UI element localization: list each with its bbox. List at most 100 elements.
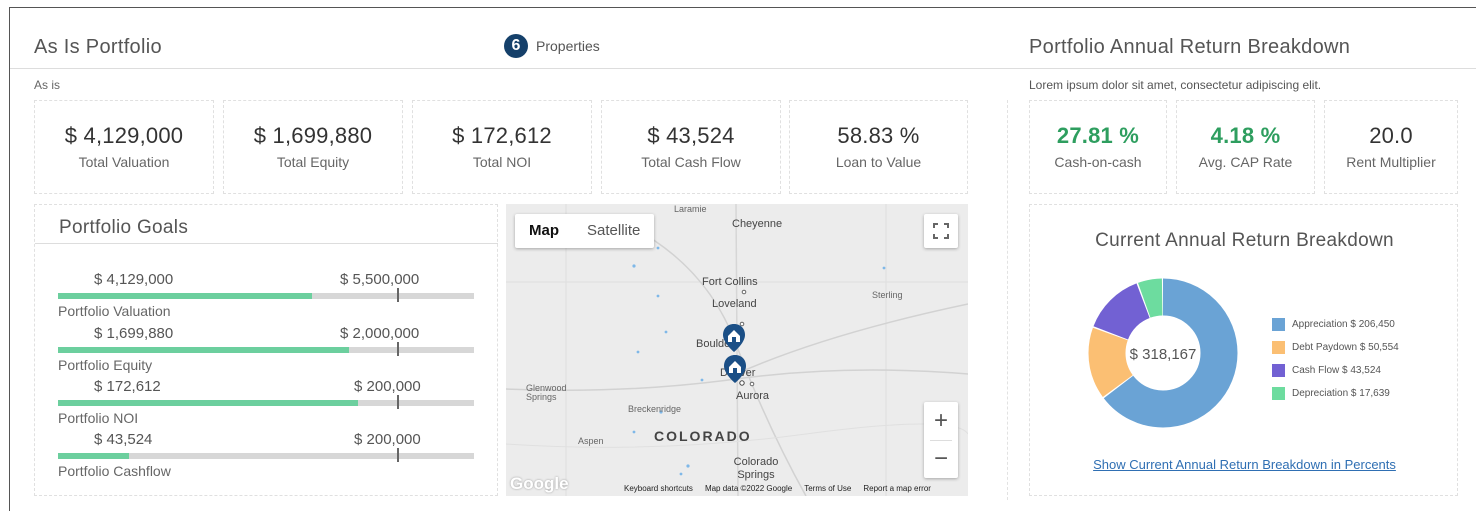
stat-value: 20.0 [1369,123,1413,148]
properties-map[interactable]: Map Satellite Laramie Cheyenne Fort Coll… [506,204,968,496]
map-label-loveland: Loveland [712,298,757,310]
map-label-fort-collins: Fort Collins [702,276,758,288]
goal-target-value: $ 200,000 [354,431,421,448]
zoom-in-button[interactable]: + [924,402,958,440]
stat-label: Total NOI [472,154,532,170]
goal-progress-bar [58,342,474,356]
stat-label: Loan to Value [835,154,922,170]
goal-portfolio-valuation: $ 4,129,000 $ 5,500,000 Portfolio Valuat… [58,271,474,324]
stat-card-total-cash-flow: $ 43,524 Total Cash Flow [601,100,781,194]
return-breakdown-subtitle: Lorem ipsum dolor sit amet, consectetur … [1029,78,1322,92]
donut-legend: Appreciation $ 206,450 Debt Paydown $ 50,… [1272,313,1399,405]
map-tab-satellite[interactable]: Satellite [573,214,654,248]
map-data-attribution: Map data ©2022 Google [704,484,793,493]
map-label-cheyenne: Cheyenne [732,218,783,230]
goal-progress-fill [58,293,312,299]
goal-name: Portfolio Cashflow [58,463,171,479]
stat-card-total-noi: $ 172,612 Total NOI [412,100,592,194]
keyboard-shortcuts-link[interactable]: Keyboard shortcuts [624,484,693,493]
legend-item[interactable]: Debt Paydown $ 50,554 [1272,336,1399,359]
goal-target-marker [397,342,399,356]
legend-item[interactable]: Appreciation $ 206,450 [1272,313,1399,336]
donut-center-total: $ 318,167 [1130,346,1197,363]
goal-current-value: $ 172,612 [94,378,161,395]
return-breakdown-title: Portfolio Annual Return Breakdown [1029,36,1351,58]
map-tab-map[interactable]: Map [515,214,573,248]
legend-label: Debt Paydown $ 50,554 [1292,342,1399,353]
goal-name: Portfolio Valuation [58,303,171,319]
goal-target-marker [397,288,399,302]
stat-card-rent-multiplier: 20.0 Rent Multiplier [1324,100,1458,194]
stat-value: $ 43,524 [647,123,735,148]
return-breakdown-panel: Current Annual Return Breakdown $ 318,16… [1029,204,1458,496]
map-label-laramie: Laramie [674,204,707,214]
stat-label: Avg. CAP Rate [1198,154,1293,170]
properties-indicator[interactable]: 6 Properties [504,34,600,58]
portfolio-goals-panel: Portfolio Goals $ 4,129,000 $ 5,500,000 … [34,204,498,496]
map-type-control: Map Satellite [515,214,655,248]
legend-swatch [1272,387,1285,400]
legend-item[interactable]: Depreciation $ 17,639 [1272,382,1399,405]
terms-of-use-link[interactable]: Terms of Use [804,484,851,493]
map-label-aspen: Aspen [578,436,604,446]
legend-swatch [1272,318,1285,331]
goal-current-value: $ 4,129,000 [94,271,174,288]
properties-count-badge: 6 [504,34,528,58]
return-breakdown-donut-chart: $ 318,167 [1088,278,1238,428]
goal-progress-fill [58,453,129,459]
column-divider [1007,100,1008,500]
map-label-sterling: Sterling [872,290,903,300]
property-pin-icon[interactable] [722,323,746,353]
stat-label: Rent Multiplier [1346,154,1436,170]
map-footer: Keyboard shortcuts Map data ©2022 Google… [624,484,931,493]
goal-name: Portfolio NOI [58,410,139,426]
map-label-breckenridge: Breckenridge [628,404,682,414]
stat-value: 58.83 % [837,123,920,148]
stat-value: 4.18 % [1210,123,1281,148]
show-percents-link[interactable]: Show Current Annual Return Breakdown in … [1030,457,1459,472]
stat-card-cash-on-cash: 27.81 % Cash-on-cash [1029,100,1167,194]
goal-target-marker [397,448,399,462]
fullscreen-button[interactable] [924,214,958,248]
goal-portfolio-equity: $ 1,699,880 $ 2,000,000 Portfolio Equity [58,325,474,378]
property-pin-icon[interactable] [723,354,747,384]
goal-progress-bar [58,288,474,302]
goal-current-value: $ 43,524 [94,431,153,448]
legend-label: Appreciation $ 206,450 [1292,319,1395,330]
legend-label: Cash Flow $ 43,524 [1292,365,1381,376]
stat-value: $ 1,699,880 [253,123,373,148]
properties-label: Properties [536,38,600,54]
goal-target-value: $ 200,000 [354,378,421,395]
dashboard-panel: As Is Portfolio 6 Properties Portfolio A… [9,7,1476,511]
donut-chart-title: Current Annual Return Breakdown [1095,230,1394,251]
map-label-colorado-springs: Colorado Springs [733,456,779,481]
stat-card-total-valuation: $ 4,129,000 Total Valuation [34,100,214,194]
goal-name: Portfolio Equity [58,357,153,373]
goal-portfolio-noi: $ 172,612 $ 200,000 Portfolio NOI [58,378,474,431]
legend-label: Depreciation $ 17,639 [1292,388,1390,399]
report-map-error-link[interactable]: Report a map error [863,484,931,493]
stat-label: Cash-on-cash [1054,154,1142,170]
goal-target-value: $ 2,000,000 [340,325,420,342]
zoom-out-button[interactable]: − [924,440,958,478]
stat-label: Total Cash Flow [641,154,741,170]
stat-label: Total Valuation [78,154,170,170]
stat-value: $ 4,129,000 [64,123,184,148]
portfolio-goals-title: Portfolio Goals [59,217,189,238]
zoom-divider [930,440,952,441]
header-divider [10,68,1476,69]
zoom-control: + − [924,402,958,478]
goal-progress-fill [58,400,358,406]
stat-label: Total Equity [276,154,350,170]
stat-card-avg-cap-rate: 4.18 % Avg. CAP Rate [1176,100,1315,194]
stat-value: $ 172,612 [452,123,552,148]
goal-progress-bar [58,395,474,409]
goal-progress-bar [58,448,474,462]
fullscreen-icon [933,223,949,239]
goal-target-value: $ 5,500,000 [340,271,420,288]
legend-swatch [1272,341,1285,354]
map-label-aurora: Aurora [736,390,770,402]
legend-item[interactable]: Cash Flow $ 43,524 [1272,359,1399,382]
goal-current-value: $ 1,699,880 [94,325,174,342]
google-logo: Google [510,474,569,493]
